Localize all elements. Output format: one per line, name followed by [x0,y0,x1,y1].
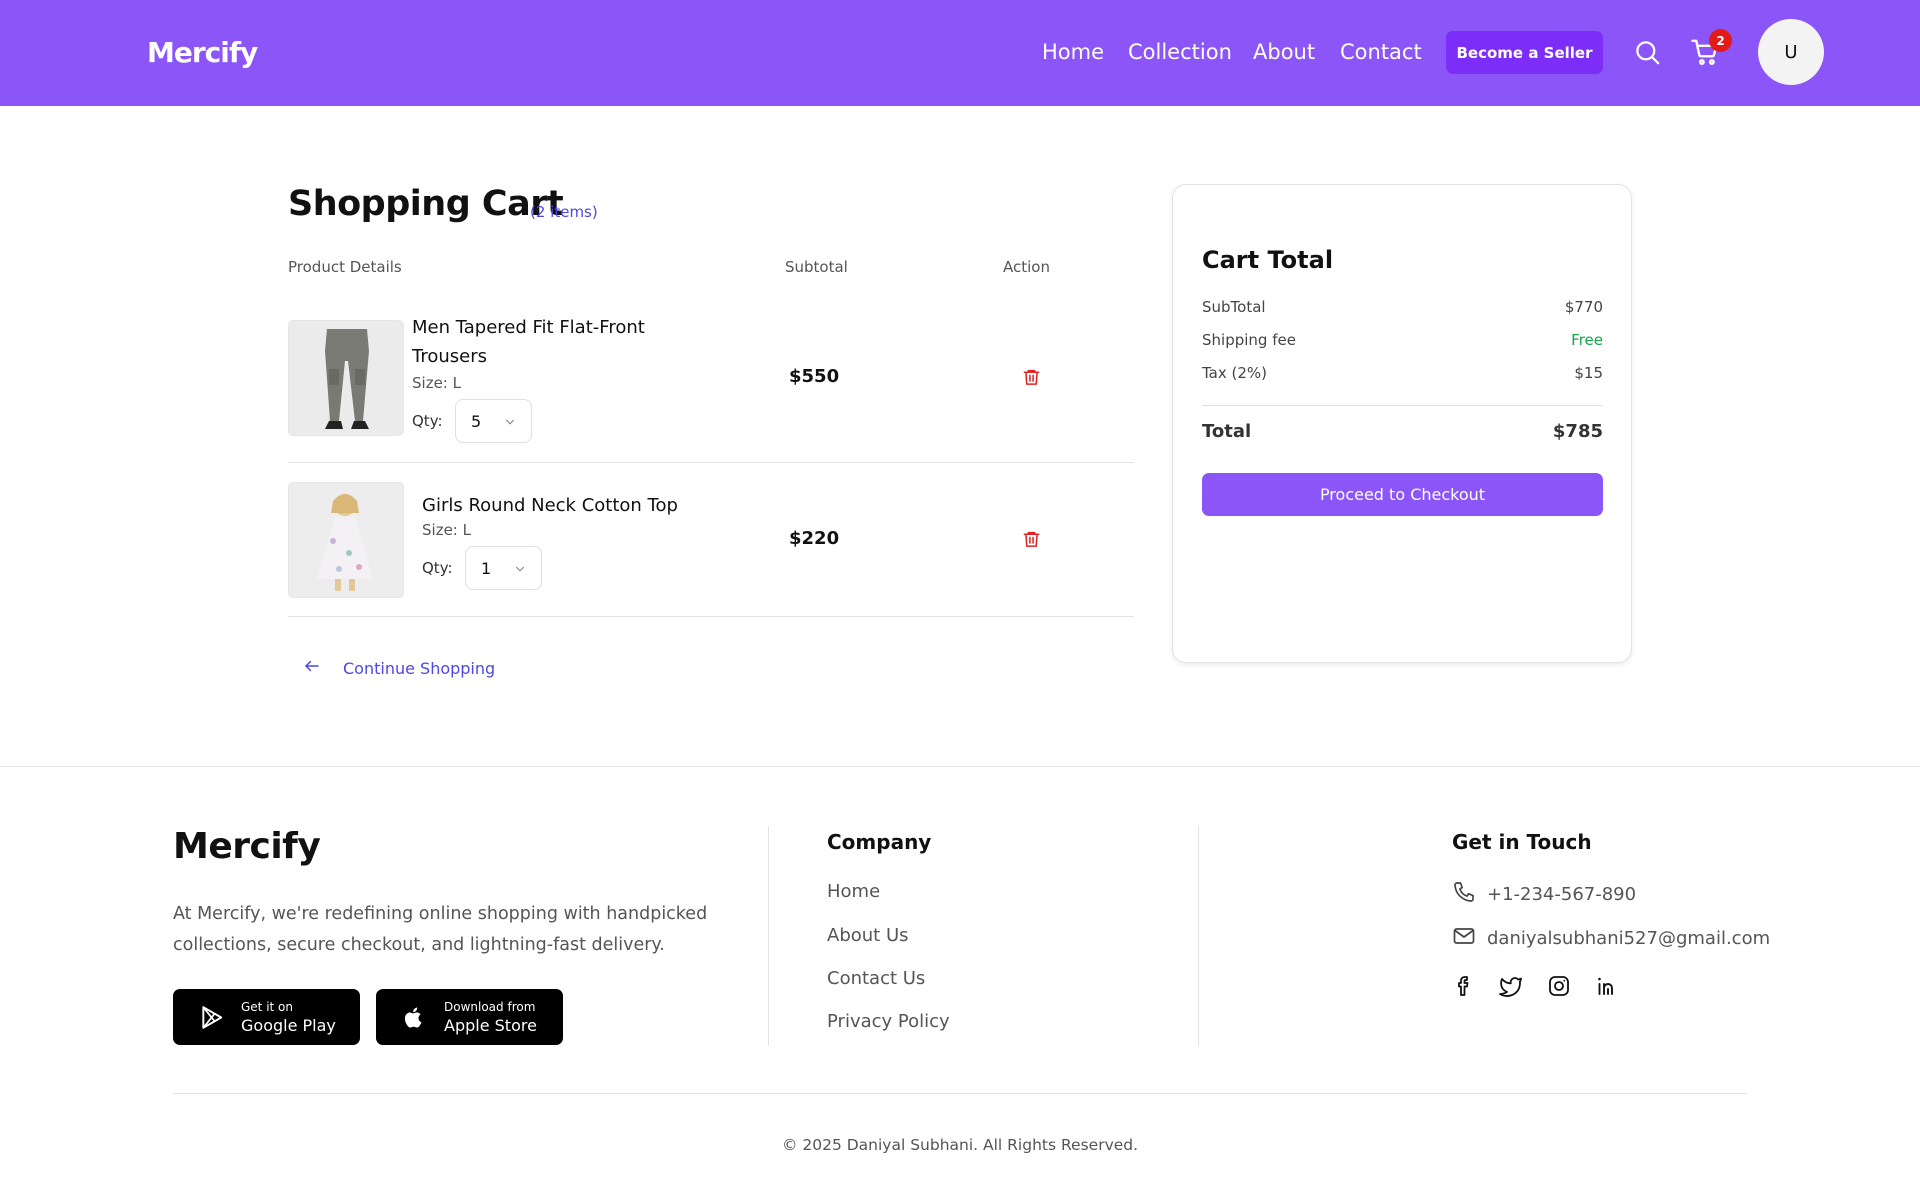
brand-logo[interactable]: Mercify [147,36,258,69]
copyright-text: © 2025 Daniyal Subhani. All Rights Reser… [781,1136,1139,1154]
twitter-icon[interactable] [1498,973,1524,999]
subtotal-label: SubTotal [1202,298,1266,316]
item-subtotal: $550 [789,366,840,387]
footer-brand: Mercify [173,826,321,867]
row-divider [288,462,1134,463]
email-address: daniyalsubhani527@gmail.com [1487,928,1771,949]
total-row: Total $785 [1202,421,1603,442]
footer-description: At Mercify, we're redefining online shop… [173,904,708,955]
cart-total-title: Cart Total [1202,246,1334,274]
quantity-value: 1 [481,558,492,578]
product-image[interactable] [288,482,404,598]
subtotal-value: $770 [1564,298,1603,316]
continue-shopping-link[interactable]: Continue Shopping [303,657,495,679]
product-image[interactable] [288,320,404,436]
nav-home[interactable]: Home [1042,40,1104,64]
footer-column-divider [768,826,769,1046]
tax-label: Tax (2%) [1202,364,1268,382]
phone-icon [1452,880,1476,909]
cart-count-badge: 2 [1709,29,1732,52]
product-size: Size: L [412,374,461,392]
linkedin-icon[interactable] [1594,973,1620,999]
footer-link-home[interactable]: Home [827,881,880,902]
chevron-down-icon [503,414,517,433]
apple-store-small-text: Download from [444,1000,536,1014]
facebook-icon[interactable] [1451,973,1477,999]
product-size: Size: L [422,521,471,539]
row-divider [288,616,1134,617]
delete-item-icon[interactable] [1019,527,1043,551]
item-subtotal: $220 [789,528,840,549]
column-header-action: Action [1003,258,1050,276]
mail-icon [1452,924,1476,953]
apple-store-label: Apple Store [444,1016,537,1035]
footer-link-privacy[interactable]: Privacy Policy [827,1011,950,1032]
nav-contact[interactable]: Contact [1340,40,1422,64]
delete-item-icon[interactable] [1019,365,1043,389]
apple-icon [402,1004,426,1035]
shipping-label: Shipping fee [1202,331,1296,349]
footer-link-contact[interactable]: Contact Us [827,968,925,989]
tax-row: Tax (2%) $15 [1202,364,1603,382]
google-play-icon [199,1004,225,1035]
quantity-select[interactable]: 5 [455,399,532,443]
search-icon[interactable] [1633,38,1661,66]
phone-contact[interactable]: +1-234-567-890 [1452,880,1636,909]
footer-link-about[interactable]: About Us [827,925,909,946]
user-avatar[interactable]: U [1758,19,1824,85]
total-label: Total [1202,421,1252,442]
google-play-button[interactable]: Get it on Google Play [173,989,360,1045]
shipping-row: Shipping fee Free [1202,331,1603,349]
continue-shopping-label: Continue Shopping [343,658,496,678]
product-name[interactable]: Men Tapered Fit Flat-Front Trousers [412,313,662,371]
cart-item-count: (2 items) [530,203,598,221]
qty-label: Qty: [412,412,443,430]
arrow-left-icon [303,657,321,679]
cart-total-card: Cart Total SubTotal $770 Shipping fee Fr… [1172,184,1632,663]
become-seller-button[interactable]: Become a Seller [1446,31,1603,74]
footer-column-divider [1198,826,1199,1046]
company-heading: Company [827,830,932,854]
google-play-small-text: Get it on [241,1000,294,1014]
column-header-product: Product Details [288,258,402,276]
top-navbar: Mercify Home Collection About Contact Be… [0,0,1920,106]
qty-label: Qty: [422,559,453,577]
footer-divider [0,766,1920,767]
summary-divider [1202,405,1603,406]
phone-number: +1-234-567-890 [1487,884,1637,905]
email-contact[interactable]: daniyalsubhani527@gmail.com [1452,924,1770,953]
quantity-select[interactable]: 1 [465,546,542,590]
nav-about[interactable]: About [1253,40,1315,64]
product-name[interactable]: Girls Round Neck Cotton Top [422,491,722,520]
column-header-subtotal: Subtotal [785,258,848,276]
instagram-icon[interactable] [1546,973,1572,999]
subtotal-row: SubTotal $770 [1202,298,1603,316]
footer-bottom-divider [173,1093,1747,1094]
page-title: Shopping Cart [288,184,564,224]
total-value: $785 [1552,421,1603,442]
shipping-value: Free [1571,331,1603,349]
google-play-label: Google Play [241,1016,336,1035]
checkout-button[interactable]: Proceed to Checkout [1202,473,1603,516]
contact-heading: Get in Touch [1452,830,1592,854]
tax-value: $15 [1574,364,1603,382]
apple-store-button[interactable]: Download from Apple Store [376,989,563,1045]
chevron-down-icon [513,561,527,580]
nav-collection[interactable]: Collection [1128,40,1232,64]
quantity-value: 5 [471,411,482,431]
